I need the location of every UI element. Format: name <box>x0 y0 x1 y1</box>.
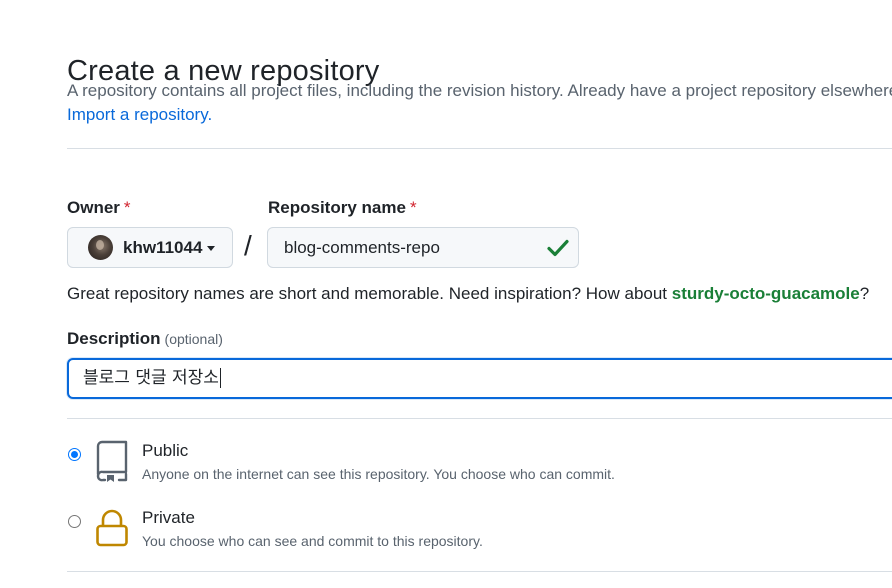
description-label-text: Description <box>67 329 161 348</box>
description-divider <box>67 418 892 419</box>
visibility-private-radio[interactable] <box>68 515 81 528</box>
description-input[interactable]: 블로그 댓글 저장소 <box>67 358 892 399</box>
repository-name-required-mark: * <box>409 198 417 217</box>
lock-icon <box>96 509 128 547</box>
visibility-public-title: Public <box>142 441 189 460</box>
name-suggestion-link[interactable]: sturdy-octo-guacamole <box>672 284 860 303</box>
visibility-private-title: Private <box>142 508 195 527</box>
description-optional-note: (optional) <box>164 331 223 347</box>
owner-label: Owner * <box>67 198 131 218</box>
repository-name-input[interactable]: blog-comments-repo <box>267 227 579 268</box>
page-intro: A repository contains all project files,… <box>67 81 892 100</box>
chevron-down-icon <box>207 246 216 251</box>
description-input-value: 블로그 댓글 저장소 <box>83 368 219 388</box>
text-cursor <box>219 368 221 388</box>
owner-avatar <box>88 235 113 260</box>
check-icon <box>547 239 569 257</box>
visibility-private-description: You choose who can see and commit to thi… <box>142 533 483 549</box>
description-label: Description (optional) <box>67 329 223 349</box>
owner-select-button[interactable]: khw11044 <box>67 227 233 268</box>
owner-repo-separator: / <box>244 230 252 261</box>
repository-name-label: Repository name * <box>268 198 417 218</box>
import-repository-link[interactable]: Import a repository. <box>67 105 212 125</box>
owner-name: khw11044 <box>123 237 203 257</box>
header-divider <box>67 148 892 149</box>
visibility-divider <box>67 571 892 572</box>
visibility-public-radio[interactable] <box>68 448 81 461</box>
visibility-public-description: Anyone on the internet can see this repo… <box>142 466 615 482</box>
repository-name-label-text: Repository name <box>268 198 406 217</box>
repository-name-hint: Great repository names are short and mem… <box>67 284 869 304</box>
repo-icon <box>96 440 128 482</box>
repository-name-hint-suffix: ? <box>859 284 870 303</box>
owner-label-text: Owner <box>67 198 120 217</box>
owner-required-mark: * <box>123 198 131 217</box>
repository-name-hint-text: Great repository names are short and mem… <box>67 284 672 303</box>
